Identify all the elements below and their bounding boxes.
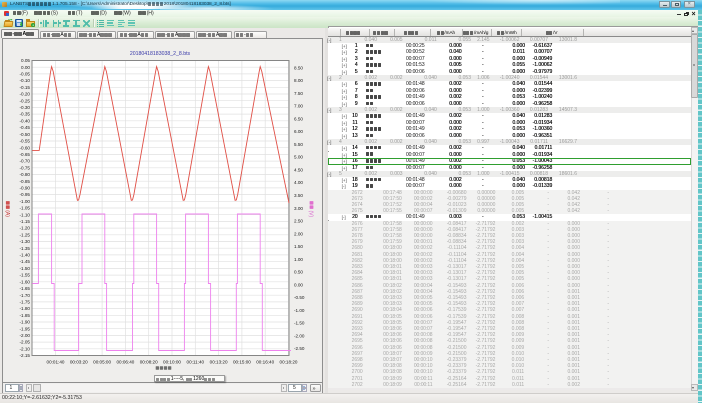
svg-text:0.00: 0.00 — [294, 282, 303, 287]
svg-text:-2.00: -2.00 — [20, 333, 31, 338]
svg-text:-1.85: -1.85 — [20, 313, 31, 318]
svg-text:0.50: 0.50 — [294, 270, 303, 275]
svg-text:-1.35: -1.35 — [20, 246, 31, 251]
svg-text:00:10:00: 00:10:00 — [163, 360, 181, 365]
svg-text:20180418183038_2_8.bts: 20180418183038_2_8.bts — [130, 51, 191, 57]
svg-text:5.50: 5.50 — [294, 142, 303, 147]
svg-text:-1.00: -1.00 — [294, 308, 305, 313]
svg-text:-0.40: -0.40 — [20, 118, 31, 123]
svg-text:-1.30: -1.30 — [20, 239, 31, 244]
svg-text:4.00: 4.00 — [294, 180, 303, 185]
svg-text:(V): (V) — [308, 211, 314, 218]
svg-text:-1.05: -1.05 — [20, 206, 31, 211]
svg-text:1.50: 1.50 — [294, 244, 303, 249]
svg-text:00:03:20: 00:03:20 — [70, 360, 88, 365]
svg-text:-0.95: -0.95 — [20, 192, 31, 197]
svg-text:-0.10: -0.10 — [20, 78, 31, 83]
svg-text:-0.15: -0.15 — [20, 85, 31, 90]
svg-text:-1.50: -1.50 — [20, 266, 31, 271]
svg-text:00:05:00: 00:05:00 — [93, 360, 111, 365]
svg-text:-0.05: -0.05 — [20, 72, 31, 77]
svg-text:3.50: 3.50 — [294, 193, 303, 198]
svg-text:-1.65: -1.65 — [20, 286, 31, 291]
svg-text:5.00: 5.00 — [294, 155, 303, 160]
svg-text:-0.50: -0.50 — [294, 295, 305, 300]
svg-text:1.00: 1.00 — [294, 257, 303, 262]
svg-text:-1.20: -1.20 — [20, 226, 31, 231]
svg-text:-0.80: -0.80 — [20, 172, 31, 177]
svg-text:00:11:40: 00:11:40 — [187, 360, 205, 365]
svg-text:6.00: 6.00 — [294, 129, 303, 134]
svg-text:-2.05: -2.05 — [20, 340, 31, 345]
svg-text:-0.50: -0.50 — [20, 132, 31, 137]
svg-text:00:01:40: 00:01:40 — [47, 360, 65, 365]
svg-text:-1.60: -1.60 — [20, 279, 31, 284]
svg-text:-1.70: -1.70 — [20, 293, 31, 298]
svg-text:-1.15: -1.15 — [20, 219, 31, 224]
svg-text:(A): (A) — [4, 210, 10, 217]
svg-text:-1.00: -1.00 — [20, 199, 31, 204]
svg-text:2.00: 2.00 — [294, 231, 303, 236]
svg-text:-0.55: -0.55 — [20, 139, 31, 144]
svg-text:-1.25: -1.25 — [20, 232, 31, 237]
svg-text:-0.90: -0.90 — [20, 186, 31, 191]
svg-text:-2.15: -2.15 — [20, 353, 31, 358]
svg-text:-0.70: -0.70 — [20, 159, 31, 164]
svg-text:-1.75: -1.75 — [20, 300, 31, 305]
svg-text:-2.10: -2.10 — [20, 346, 31, 351]
svg-text:-1.50: -1.50 — [294, 321, 305, 326]
svg-text:-1.95: -1.95 — [20, 326, 31, 331]
svg-text:7.00: 7.00 — [294, 104, 303, 109]
svg-text:00:06:40: 00:06:40 — [116, 360, 134, 365]
svg-text:8.00: 8.00 — [294, 78, 303, 83]
svg-text:-1.40: -1.40 — [20, 253, 31, 258]
svg-text:-1.80: -1.80 — [20, 306, 31, 311]
svg-text:-0.75: -0.75 — [20, 165, 31, 170]
svg-text:-1.45: -1.45 — [20, 259, 31, 264]
svg-text:00:18:20: 00:18:20 — [280, 360, 298, 365]
svg-text:2.50: 2.50 — [294, 219, 303, 224]
svg-text:-0.65: -0.65 — [20, 152, 31, 157]
svg-text:8.50: 8.50 — [294, 65, 303, 70]
svg-text:00:13:20: 00:13:20 — [210, 360, 228, 365]
svg-text:-1.90: -1.90 — [20, 320, 31, 325]
svg-text:-0.20: -0.20 — [20, 92, 31, 97]
svg-text:-0.30: -0.30 — [20, 105, 31, 110]
svg-text:-2.00: -2.00 — [294, 333, 305, 338]
svg-text:0.05: 0.05 — [21, 58, 30, 63]
svg-text:-1.55: -1.55 — [20, 273, 31, 278]
svg-text:00:16:40: 00:16:40 — [256, 360, 274, 365]
svg-text:-1.10: -1.10 — [20, 212, 31, 217]
svg-text:-0.85: -0.85 — [20, 179, 31, 184]
svg-text:-0.25: -0.25 — [20, 98, 31, 103]
svg-text:3.00: 3.00 — [294, 206, 303, 211]
svg-text:-0.45: -0.45 — [20, 125, 31, 130]
svg-text:0.00: 0.00 — [21, 65, 30, 70]
svg-text:6.50: 6.50 — [294, 116, 303, 121]
svg-text:7.50: 7.50 — [294, 91, 303, 96]
svg-text:-0.60: -0.60 — [20, 145, 31, 150]
svg-text:00:15:00: 00:15:00 — [233, 360, 251, 365]
svg-text:-2.50: -2.50 — [294, 346, 305, 351]
svg-text:00:08:20: 00:08:20 — [140, 360, 158, 365]
svg-text:-0.35: -0.35 — [20, 112, 31, 117]
svg-text:4.50: 4.50 — [294, 168, 303, 173]
